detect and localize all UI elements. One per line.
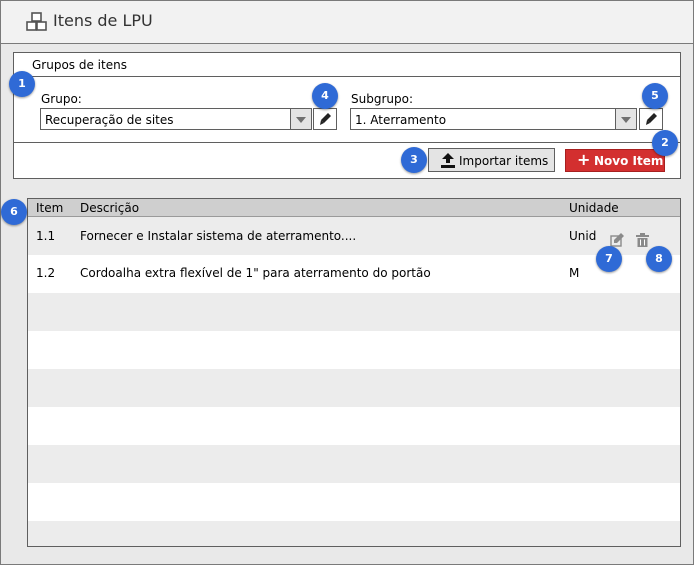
subgrupo-select-value: 1. Aterramento xyxy=(355,113,447,127)
empty-row xyxy=(28,331,680,369)
grupo-select[interactable]: Recuperação de sites xyxy=(40,108,312,130)
item-groups-panel: Grupos de itens Grupo: Recuperação de si… xyxy=(13,52,681,179)
subgrupo-select[interactable]: 1. Aterramento xyxy=(350,108,637,130)
upload-icon xyxy=(441,153,455,168)
lpu-window: Itens de LPU Grupos de itens Grupo: Recu… xyxy=(0,0,694,565)
pencil-icon xyxy=(320,113,331,125)
items-table: Item Descrição Unidade 1.1 Fornecer e In… xyxy=(27,198,681,547)
callout-badge-2: 2 xyxy=(652,130,678,156)
empty-row xyxy=(28,293,680,331)
boxes-icon xyxy=(26,12,48,32)
empty-row xyxy=(28,521,680,546)
groups-fields: Grupo: Recuperação de sites Subgrupo: 1.… xyxy=(14,77,680,143)
callout-badge-5: 5 xyxy=(642,83,668,109)
callout-badge-7: 7 xyxy=(596,246,622,272)
row-descricao: Cordoalha extra flexível de 1" para ater… xyxy=(80,266,431,280)
new-item-label: Novo Item xyxy=(594,154,664,168)
callout-badge-1: 1 xyxy=(9,71,35,97)
row-descricao: Fornecer e Instalar sistema de aterramen… xyxy=(80,229,357,243)
header-item: Item xyxy=(36,201,64,215)
chevron-down-icon[interactable] xyxy=(290,109,311,129)
table-row[interactable]: 1.2 Cordoalha extra flexível de 1" para … xyxy=(28,255,680,293)
row-item: 1.1 xyxy=(36,229,56,243)
callout-badge-4: 4 xyxy=(312,83,338,109)
plus-icon: + xyxy=(577,150,591,169)
header-unidade: Unidade xyxy=(569,201,619,215)
row-unidade: M xyxy=(569,266,580,280)
header-descricao: Descrição xyxy=(80,201,140,215)
callout-badge-8: 8 xyxy=(646,246,672,272)
chevron-down-icon[interactable] xyxy=(615,109,636,129)
title-bar: Itens de LPU xyxy=(1,1,693,44)
groups-header: Grupos de itens xyxy=(14,53,680,77)
import-items-button[interactable]: Importar items xyxy=(428,148,555,172)
pencil-icon xyxy=(646,113,657,125)
empty-row xyxy=(28,369,680,407)
trash-icon[interactable] xyxy=(636,232,649,251)
table-row[interactable]: 1.1 Fornecer e Instalar sistema de aterr… xyxy=(28,217,680,255)
callout-badge-6: 6 xyxy=(1,199,27,225)
callout-badge-3: 3 xyxy=(401,147,427,173)
empty-row xyxy=(28,445,680,483)
table-header: Item Descrição Unidade xyxy=(28,199,680,217)
subgrupo-label: Subgrupo: xyxy=(351,92,413,106)
edit-grupo-button[interactable] xyxy=(313,108,337,130)
grupo-label: Grupo: xyxy=(41,92,82,106)
groups-title: Grupos de itens xyxy=(32,58,127,72)
row-item: 1.2 xyxy=(36,266,56,280)
row-unidade: Unid xyxy=(569,229,597,243)
edit-subgrupo-button[interactable] xyxy=(639,108,663,130)
empty-row xyxy=(28,483,680,521)
import-items-label: Importar items xyxy=(459,154,549,168)
new-item-button[interactable]: + Novo Item xyxy=(565,149,665,172)
empty-row xyxy=(28,407,680,445)
grupo-select-value: Recuperação de sites xyxy=(45,113,174,127)
window-title: Itens de LPU xyxy=(53,11,153,30)
